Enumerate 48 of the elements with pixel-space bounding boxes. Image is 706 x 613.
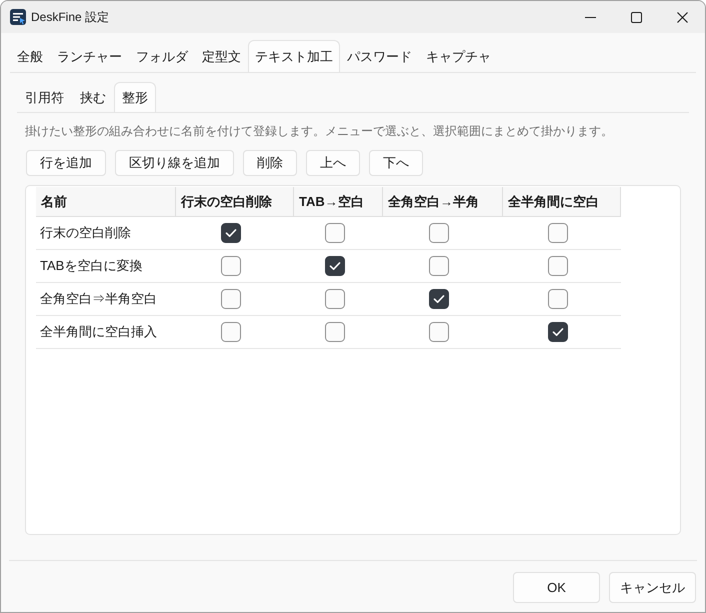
cancel-button[interactable]: キャンセル xyxy=(609,572,696,603)
checkbox[interactable] xyxy=(324,322,344,342)
tab[interactable]: フォルダ xyxy=(129,40,195,72)
checkbox[interactable] xyxy=(429,223,449,243)
checkbox[interactable] xyxy=(429,322,449,342)
table-cell: 行末の空白削除 xyxy=(36,217,176,250)
checkbox[interactable] xyxy=(221,223,241,243)
tab[interactable]: キャプチャ xyxy=(419,40,498,72)
column-header: 名前 xyxy=(36,187,176,217)
tab[interactable]: パスワード xyxy=(340,40,419,72)
toolbar-button[interactable]: 行を追加 xyxy=(26,150,106,176)
subtab[interactable]: 整形 xyxy=(114,82,156,112)
description-text: 掛けたい整形の組み合わせに名前を付けて登録します。メニューで選ぶと、選択範囲にまとめて掛かります。 xyxy=(25,123,614,139)
table-cell: 全角空白⇒半角空白 xyxy=(36,283,176,316)
table-cell: TABを空白に変換 xyxy=(36,250,176,283)
checkbox[interactable] xyxy=(548,289,568,309)
checkbox[interactable] xyxy=(324,223,344,243)
window-title: DeskFine 設定 xyxy=(31,9,110,26)
column-header: 全角空白→半角 xyxy=(383,187,503,217)
checkbox[interactable] xyxy=(221,256,241,276)
tab[interactable]: 定型文 xyxy=(195,40,248,72)
checkbox[interactable] xyxy=(429,256,449,276)
column-header: TAB→空白 xyxy=(294,187,383,217)
minimize-icon xyxy=(584,16,596,18)
checkbox[interactable] xyxy=(324,256,344,276)
app-icon xyxy=(10,9,26,25)
toolbar-button[interactable]: 区切り線を追加 xyxy=(115,150,234,176)
subtab[interactable]: 挟む xyxy=(72,82,114,112)
close-icon xyxy=(676,12,688,22)
tab[interactable]: テキスト加工 xyxy=(248,40,340,72)
checkbox[interactable] xyxy=(548,322,568,342)
toolbar-button[interactable]: 削除 xyxy=(243,150,297,176)
column-header: 行末の空白削除 xyxy=(176,187,294,217)
checkbox[interactable] xyxy=(548,256,568,276)
maximize-icon xyxy=(630,12,642,22)
checkbox[interactable] xyxy=(221,322,241,342)
checkbox[interactable] xyxy=(548,223,568,243)
ok-button[interactable]: OK xyxy=(513,572,600,603)
toolbar-button[interactable]: 上へ xyxy=(306,150,360,176)
checkbox[interactable] xyxy=(221,289,241,309)
tab[interactable]: ランチャー xyxy=(50,40,129,72)
checkbox[interactable] xyxy=(324,289,344,309)
toolbar-button[interactable]: 下へ xyxy=(369,150,423,176)
tab[interactable]: 全般 xyxy=(10,40,50,72)
column-header: 全半角間に空白 xyxy=(503,187,621,217)
table-cell: 全半角間に空白挿入 xyxy=(36,316,176,349)
subtab[interactable]: 引用符 xyxy=(17,82,72,112)
checkbox[interactable] xyxy=(429,289,449,309)
